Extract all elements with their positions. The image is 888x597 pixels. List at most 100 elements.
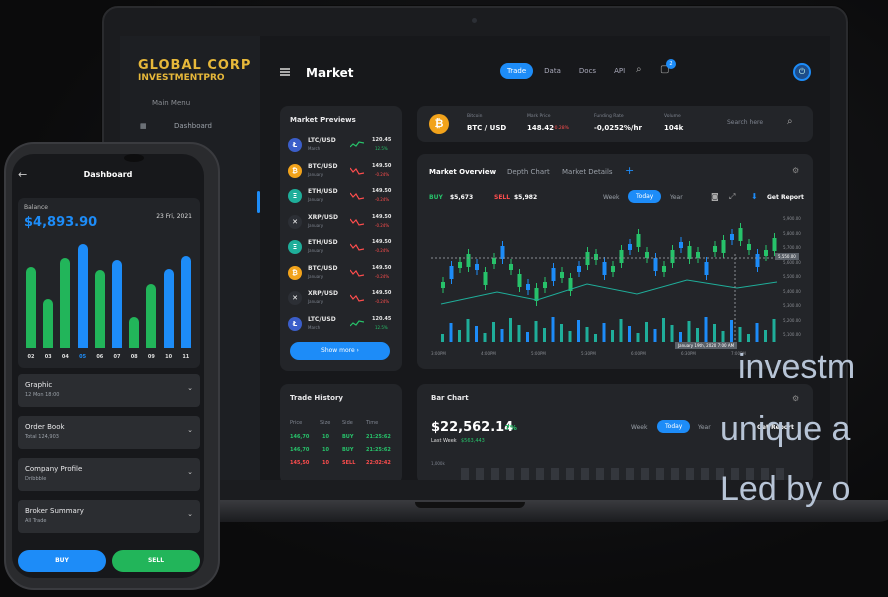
pair-price: 149.50	[372, 213, 392, 220]
volume-bar	[687, 321, 691, 342]
coin-icon: ₿	[288, 265, 302, 280]
x-tick-label: 08	[130, 354, 138, 360]
bar	[112, 260, 122, 348]
th-side: Side	[342, 420, 353, 426]
bar-settings-icon[interactable]: ⚙	[792, 394, 799, 403]
bar-stub	[566, 468, 574, 480]
volume-bar	[764, 330, 767, 342]
x-tick-label: 5:00PM	[531, 351, 546, 356]
ticker-search-icon[interactable]: ⌕	[787, 116, 793, 127]
ticker-search-input[interactable]: Search here	[727, 119, 763, 126]
list-item[interactable]: ₿ BTC/USD January 149.50 -0.24%	[288, 264, 393, 286]
candle	[594, 254, 598, 260]
list-item[interactable]: ₿ BTC/USD January 149.50 -0.24%	[288, 162, 393, 184]
bar-stub	[506, 468, 514, 480]
y-tick-label: 5,600.00	[783, 259, 801, 265]
buy-button[interactable]: BUY	[18, 550, 106, 572]
accordion-order-book[interactable]: Order Book Total 124,903 ⌄	[18, 416, 200, 449]
candle	[755, 254, 760, 267]
sidebar-item-dashboard[interactable]: Dashboard	[174, 122, 212, 130]
power-icon[interactable]: ⏻	[793, 63, 811, 81]
trade-cell-price: 146,70	[290, 434, 310, 440]
bar	[146, 284, 157, 348]
candle	[611, 266, 615, 272]
volume-bar	[483, 333, 487, 342]
show-more-button[interactable]: Show more ›	[290, 342, 390, 360]
list-item[interactable]: ✕ XRP/USD January 149.50 -0.24%	[288, 213, 393, 235]
volume-bar	[543, 328, 546, 342]
bar-range-year[interactable]: Year	[698, 424, 711, 431]
th-price: Price	[290, 420, 303, 426]
laptop-camera	[472, 18, 477, 23]
pair-price: 149.50	[372, 188, 392, 194]
page-title: Market	[306, 66, 354, 80]
bar-stub	[686, 468, 694, 480]
brand-logo[interactable]: GLOBAL CORP INVESTMENTPRO	[138, 58, 251, 83]
bar-range-today[interactable]: Today	[657, 420, 691, 433]
x-tick-label: 06	[96, 354, 104, 360]
x-tick-label: 11	[182, 354, 190, 360]
volume-bar	[653, 329, 657, 342]
volume-bar	[636, 333, 640, 342]
sparkline-icon	[350, 167, 364, 175]
list-item[interactable]: Ł LTC/USD March 120.45 12.5%	[288, 315, 393, 337]
volume-bar	[492, 322, 495, 342]
bar-stub	[626, 468, 634, 480]
tab-data[interactable]: Data	[537, 63, 568, 79]
mark-change: -0.28%	[553, 126, 569, 131]
x-tick-label: 3:00PM	[431, 351, 446, 356]
accordion-graphic[interactable]: Graphic 12 Mon 18:00 ⌄	[18, 374, 200, 407]
list-item[interactable]: Ł LTC/USD March 120.45 12.5%	[288, 136, 393, 158]
volume-bar	[738, 327, 742, 342]
list-item[interactable]: Ξ ETH/USD January 149.50 -0.24%	[288, 187, 393, 209]
candle	[458, 262, 462, 268]
logo-sub: INVESTMENTPRO	[138, 73, 225, 83]
bar-range-week[interactable]: Week	[631, 424, 647, 431]
y-tick-label: 5,300.00	[783, 303, 801, 308]
search-icon[interactable]: ⌕	[636, 64, 642, 75]
x-tick-label: 6:30PM	[681, 351, 696, 356]
volume-bar	[772, 319, 776, 342]
sidebar-active-indicator	[257, 191, 260, 213]
trade-history-title: Trade History	[290, 394, 343, 402]
trade-cell-size: 10	[322, 447, 329, 453]
x-tick-label: 09	[147, 354, 155, 360]
candle	[500, 246, 505, 259]
volume-bar	[755, 323, 759, 342]
x-tick-label: 07	[113, 354, 121, 360]
candle	[577, 266, 581, 272]
phone-camera	[124, 154, 144, 162]
tab-docs[interactable]: Docs	[572, 63, 603, 79]
funding-label: Funding Rate	[594, 114, 624, 119]
caption-line-1: investm	[738, 348, 856, 386]
candle	[526, 284, 530, 290]
bitcoin-icon: ₿	[429, 114, 449, 134]
crosshair-label: January 19th, 2020 7:00 AM	[675, 342, 738, 349]
pair-sub: March	[308, 324, 321, 330]
coin-icon: Ł	[288, 316, 302, 331]
volume-label: Volume	[664, 114, 681, 119]
list-item[interactable]: Ξ ETH/USD January 149.50 -0.24%	[288, 238, 393, 260]
caption-line-3: Led by o	[720, 470, 851, 508]
pair-price: 149.50	[372, 264, 392, 271]
candle	[704, 262, 709, 275]
tab-trade[interactable]: Trade	[500, 63, 534, 79]
candle	[730, 234, 734, 240]
tab-api[interactable]: API	[607, 63, 632, 79]
coin-icon: Ξ	[288, 189, 302, 203]
candlestick-chart[interactable]	[417, 154, 813, 369]
hamburger-menu-icon[interactable]	[280, 68, 290, 76]
market-previews-card: Market Previews Ł LTC/USD March 120.45 12.5%…	[280, 106, 402, 371]
pair-change: -0.24%	[375, 171, 390, 177]
sell-button[interactable]: SELL	[112, 550, 200, 572]
candle	[645, 252, 649, 258]
list-item[interactable]: ✕ XRP/USD January 149.50 -0.24%	[288, 289, 393, 311]
volume-bar	[534, 321, 538, 342]
accordion-company-profile[interactable]: Company Profile Dribbble ⌄	[18, 458, 200, 491]
volume-bar	[458, 330, 461, 342]
pair-sub: January	[308, 273, 324, 279]
bar-stub	[491, 468, 499, 480]
volume-bar	[526, 332, 529, 342]
accordion-broker-summary[interactable]: Broker Summary All Trade ⌄	[18, 500, 200, 533]
bar-chart-pct: 7%	[505, 424, 517, 432]
